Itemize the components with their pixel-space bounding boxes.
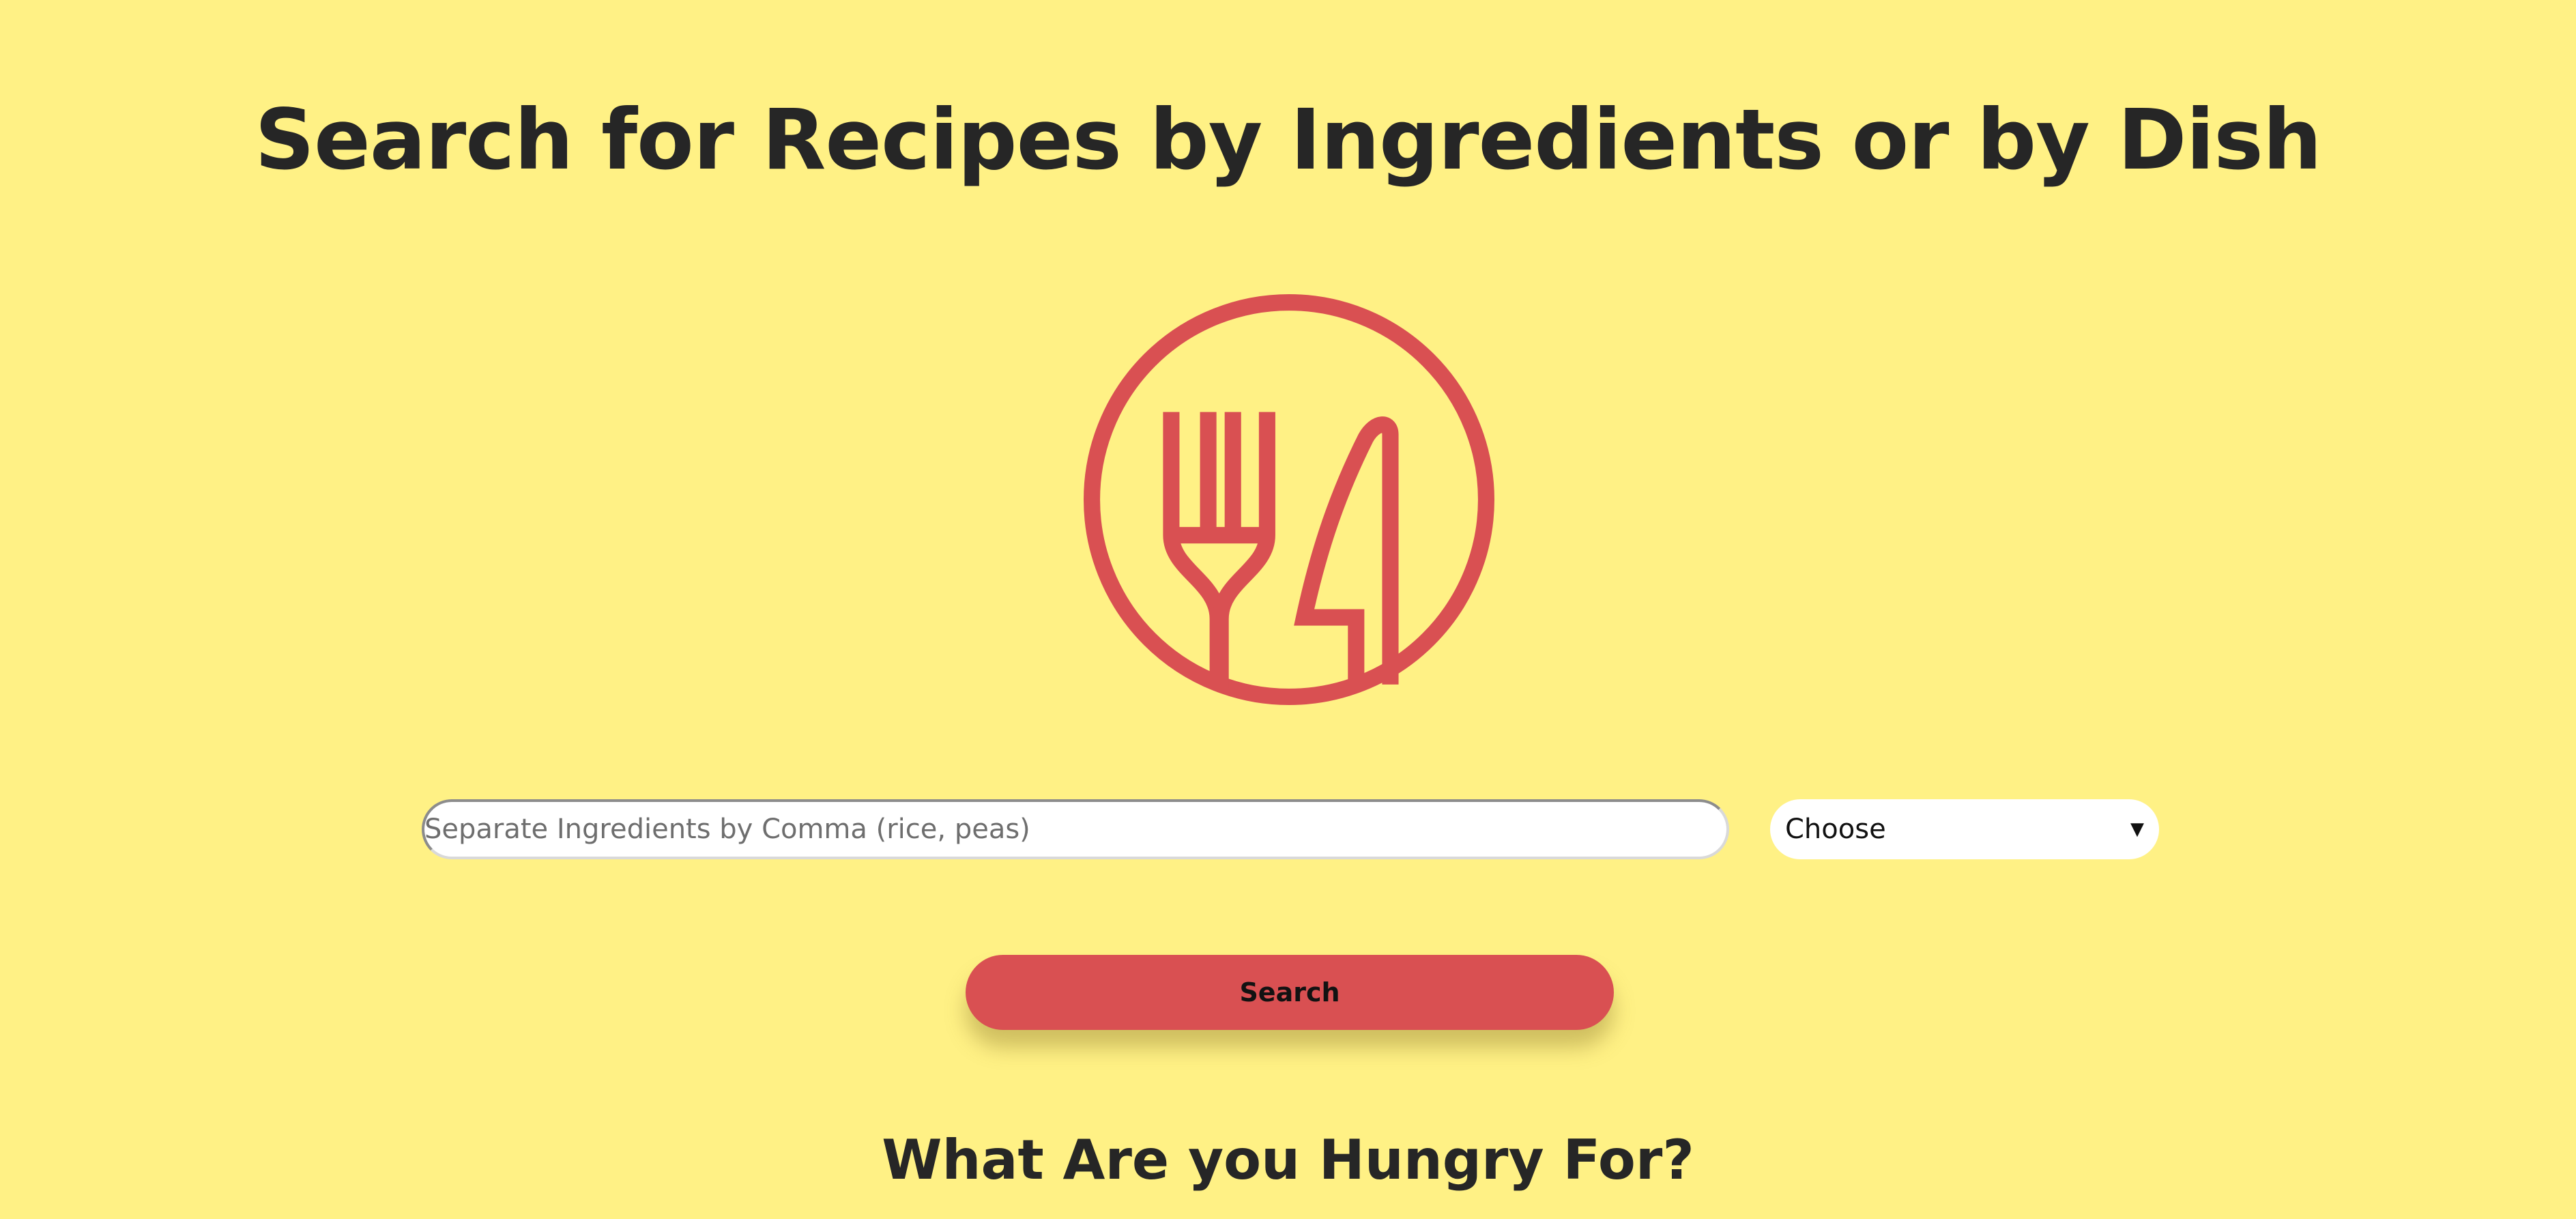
chevron-down-icon: ▼: [2130, 819, 2144, 840]
search-button[interactable]: Search: [966, 955, 1614, 1030]
fork-and-knife-icon: [1084, 294, 1494, 705]
ingredients-search-input[interactable]: [422, 799, 1729, 859]
section-heading: What Are you Hungry For?: [882, 1128, 1694, 1192]
dish-select[interactable]: Choose ▼: [1770, 799, 2159, 859]
dish-select-value: Choose: [1785, 814, 1886, 845]
page-title: Search for Recipes by Ingredients or by …: [255, 91, 2322, 188]
